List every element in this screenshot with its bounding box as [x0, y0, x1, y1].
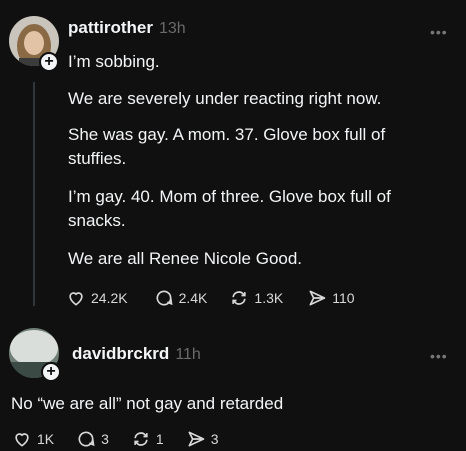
post-text-line-4: I’m gay. 40. Mom of three. Glove box ful… — [68, 187, 391, 230]
reply-count: 3 — [101, 431, 109, 447]
post-header: davidbrckrd 11h — [72, 344, 201, 364]
post-text-line-5: We are all Renee Nicole Good. — [68, 249, 303, 268]
reply-count: 2.4K — [178, 290, 208, 306]
more-options-button[interactable]: ••• — [430, 348, 448, 364]
more-icon: ••• — [430, 24, 448, 40]
repost-icon — [131, 429, 151, 449]
follow-button[interactable]: + — [41, 362, 61, 382]
thread-line — [33, 82, 35, 306]
repost-count: 1 — [155, 431, 164, 447]
post-text: No “we are all” not gay and retarded — [11, 394, 284, 413]
comment-icon — [76, 429, 96, 449]
plus-icon: + — [44, 53, 54, 70]
heart-icon — [66, 288, 86, 308]
follow-button[interactable]: + — [39, 52, 59, 72]
username[interactable]: pattirother — [68, 18, 153, 37]
comment-icon — [154, 288, 174, 308]
like-button[interactable]: 24.2K — [66, 288, 128, 308]
more-options-button[interactable]: ••• — [430, 24, 448, 40]
post-header: pattirother 13h — [68, 18, 186, 38]
repost-count: 1.3K — [254, 290, 284, 306]
share-count: 3 — [210, 431, 219, 447]
share-button[interactable]: 3 — [186, 429, 219, 449]
timestamp: 13h — [159, 20, 186, 37]
send-icon — [186, 429, 206, 449]
reply-button[interactable]: 2.4K — [154, 288, 208, 308]
like-count: 24.2K — [91, 290, 128, 306]
repost-icon — [229, 288, 249, 308]
post-actions: 1K 3 1 3 — [12, 429, 219, 449]
like-button[interactable]: 1K — [12, 429, 54, 449]
repost-button[interactable]: 1.3K — [229, 288, 283, 308]
share-button[interactable]: 110 — [307, 288, 355, 308]
more-icon: ••• — [430, 348, 448, 364]
like-count: 1K — [37, 431, 55, 447]
post-text-line-2: We are severely under reacting right now… — [68, 89, 382, 108]
post-text-line-1: I’m sobbing. — [68, 52, 160, 71]
share-count: 110 — [332, 290, 355, 306]
post-text-line-3: She was gay. A mom. 37. Glove box full o… — [68, 125, 386, 168]
plus-icon: + — [46, 363, 56, 380]
post-actions: 24.2K 2.4K 1.3K 110 — [66, 288, 355, 308]
timestamp: 11h — [175, 346, 201, 363]
reply-button[interactable]: 3 — [76, 429, 109, 449]
repost-button[interactable]: 1 — [131, 429, 164, 449]
send-icon — [307, 288, 327, 308]
username[interactable]: davidbrckrd — [72, 344, 169, 363]
heart-icon — [12, 429, 32, 449]
